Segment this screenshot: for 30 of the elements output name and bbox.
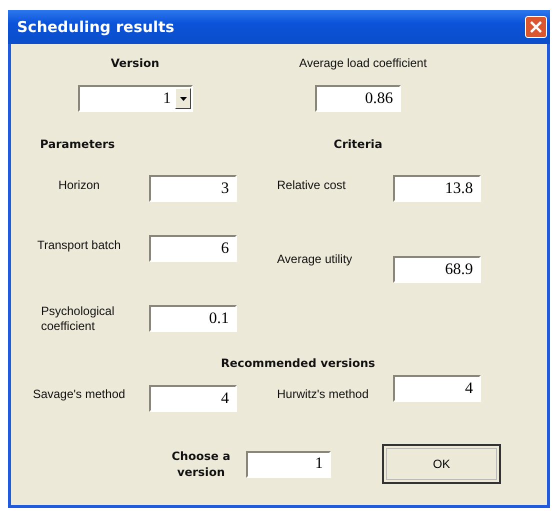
close-icon bbox=[530, 21, 542, 33]
section-heading: Criteria bbox=[332, 136, 384, 150]
input-field[interactable]: 6 bbox=[149, 235, 237, 262]
window-title: Scheduling results bbox=[17, 18, 174, 36]
field-label: Psychological coefficient bbox=[40, 304, 116, 334]
dropdown-button[interactable] bbox=[175, 88, 191, 109]
field-label: Relative cost bbox=[277, 177, 347, 192]
input-field[interactable]: 4 bbox=[149, 385, 237, 412]
ok-button[interactable]: OK bbox=[382, 444, 501, 484]
field-label: Choose a version bbox=[170, 448, 232, 480]
input-field[interactable]: 3 bbox=[149, 175, 237, 202]
field-label: Savage's method bbox=[32, 386, 126, 400]
dropdown-value: 1 bbox=[163, 90, 171, 108]
field-label: Transport batch bbox=[36, 237, 122, 252]
section-heading: Parameters bbox=[40, 136, 116, 150]
input-field[interactable]: 0.1 bbox=[149, 305, 237, 332]
version-dropdown[interactable]: 1 bbox=[78, 85, 193, 112]
field-label: Average utility bbox=[277, 252, 354, 266]
section-heading: Recommended versions bbox=[220, 356, 376, 370]
input-field[interactable]: 68.9 bbox=[393, 256, 481, 283]
field-label: Horizon bbox=[57, 177, 101, 192]
version-heading: Version bbox=[110, 56, 160, 70]
input-field[interactable]: 13.8 bbox=[393, 175, 481, 202]
input-field[interactable]: 1 bbox=[246, 450, 331, 478]
field-label: Hurwitz's method bbox=[277, 386, 370, 400]
input-field[interactable]: 0.86 bbox=[315, 85, 401, 112]
close-button[interactable] bbox=[525, 16, 547, 38]
input-field[interactable]: 4 bbox=[393, 375, 481, 402]
caret-icon bbox=[180, 96, 186, 100]
field-label: Average load coefficient bbox=[298, 56, 428, 70]
